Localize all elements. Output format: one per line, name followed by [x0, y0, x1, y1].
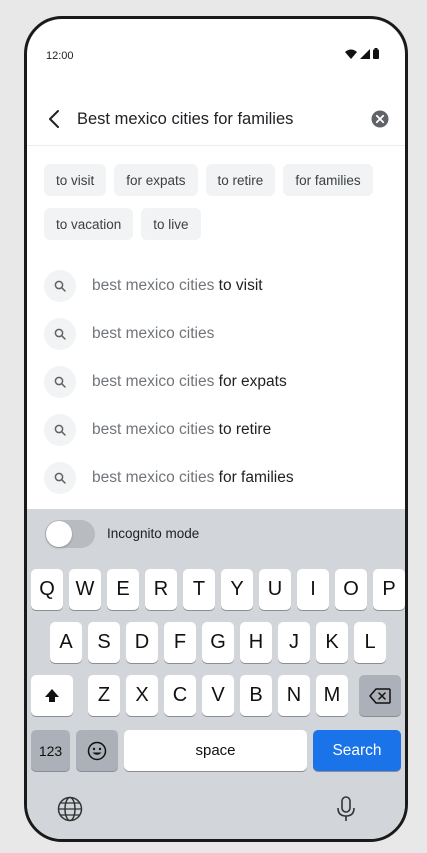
- suggestion-item[interactable]: best mexico cities: [27, 310, 405, 358]
- key-p[interactable]: P: [373, 569, 405, 610]
- search-icon: [44, 462, 76, 494]
- status-time: 12:00: [46, 50, 74, 62]
- microphone-icon[interactable]: [334, 795, 358, 823]
- search-bar: [27, 95, 405, 147]
- phone-frame: 12:00 to visit for expats to retire: [24, 16, 408, 842]
- incognito-toggle[interactable]: [45, 520, 95, 548]
- key-n[interactable]: N: [278, 675, 310, 716]
- key-u[interactable]: U: [259, 569, 291, 610]
- key-g[interactable]: G: [202, 622, 234, 663]
- suggestion-text: best mexico cities: [92, 325, 215, 342]
- space-key[interactable]: space: [124, 730, 307, 771]
- suggestion-item[interactable]: best mexico cities to retire: [27, 406, 405, 454]
- search-icon: [44, 270, 76, 302]
- key-i[interactable]: I: [297, 569, 329, 610]
- battery-icon: [373, 48, 379, 59]
- key-r[interactable]: R: [145, 569, 177, 610]
- key-c[interactable]: C: [164, 675, 196, 716]
- key-k[interactable]: K: [316, 622, 348, 663]
- key-w[interactable]: W: [69, 569, 101, 610]
- key-l[interactable]: L: [354, 622, 386, 663]
- suggestion-list: best mexico cities to visit best mexico …: [27, 262, 405, 502]
- key-a[interactable]: A: [50, 622, 82, 663]
- key-h[interactable]: H: [240, 622, 272, 663]
- emoji-key[interactable]: [76, 730, 118, 771]
- chip-for-expats[interactable]: for expats: [114, 164, 198, 196]
- suggestion-item[interactable]: best mexico cities for families: [27, 454, 405, 502]
- suggestion-text: best mexico cities to visit: [92, 277, 263, 294]
- incognito-label: Incognito mode: [107, 526, 200, 541]
- suggestion-text: best mexico cities to retire: [92, 421, 272, 438]
- status-icons: [345, 48, 379, 59]
- chip-for-families[interactable]: for families: [283, 164, 373, 196]
- backspace-icon: [369, 687, 391, 704]
- refinement-chips: to visit for expats to retire for famili…: [44, 164, 394, 240]
- emoji-icon: [87, 741, 107, 760]
- divider: [27, 145, 405, 146]
- key-y[interactable]: Y: [221, 569, 253, 610]
- key-z[interactable]: Z: [88, 675, 120, 716]
- key-v[interactable]: V: [202, 675, 234, 716]
- key-f[interactable]: F: [164, 622, 196, 663]
- key-j[interactable]: J: [278, 622, 310, 663]
- key-e[interactable]: E: [107, 569, 139, 610]
- status-bar: 12:00: [27, 19, 405, 89]
- search-button[interactable]: Search: [313, 730, 401, 771]
- toggle-knob: [46, 521, 72, 547]
- numbers-key[interactable]: 123: [31, 730, 70, 771]
- key-q[interactable]: Q: [31, 569, 63, 610]
- suggestion-text: best mexico cities for families: [92, 469, 294, 486]
- chip-to-retire[interactable]: to retire: [205, 164, 276, 196]
- search-input[interactable]: [77, 104, 357, 134]
- shift-key[interactable]: [31, 675, 73, 716]
- key-o[interactable]: O: [335, 569, 367, 610]
- wifi-icon: [345, 49, 357, 59]
- shift-arrow-icon: [45, 688, 59, 702]
- suggestion-text: best mexico cities for expats: [92, 373, 287, 390]
- arrow-left-icon[interactable]: [43, 107, 67, 131]
- key-s[interactable]: S: [88, 622, 120, 663]
- key-d[interactable]: D: [126, 622, 158, 663]
- key-x[interactable]: X: [126, 675, 158, 716]
- search-icon: [44, 318, 76, 350]
- incognito-row: Incognito mode: [27, 509, 405, 559]
- suggestion-item[interactable]: best mexico cities for expats: [27, 358, 405, 406]
- key-t[interactable]: T: [183, 569, 215, 610]
- search-icon: [44, 414, 76, 446]
- keyboard: Incognito mode Q W E R T Y U I O P A S D…: [27, 509, 405, 839]
- backspace-key[interactable]: [359, 675, 401, 716]
- chip-to-visit[interactable]: to visit: [44, 164, 107, 196]
- globe-icon[interactable]: [56, 795, 84, 823]
- key-m[interactable]: M: [316, 675, 348, 716]
- chip-to-vacation[interactable]: to vacation: [44, 208, 134, 240]
- cellular-signal-icon: [360, 48, 370, 59]
- clear-circle-icon[interactable]: [371, 110, 389, 128]
- suggestion-item[interactable]: best mexico cities to visit: [27, 262, 405, 310]
- search-icon: [44, 366, 76, 398]
- key-b[interactable]: B: [240, 675, 272, 716]
- chip-to-live[interactable]: to live: [141, 208, 201, 240]
